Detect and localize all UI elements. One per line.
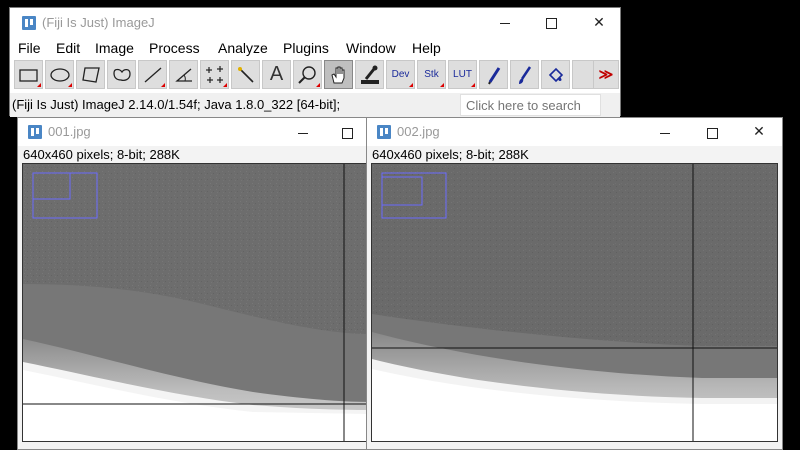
- freehand-icon: [113, 68, 131, 81]
- tool-menu-indicator: [316, 83, 320, 87]
- magic-wand-icon: [238, 67, 254, 83]
- menu-edit[interactable]: Edit: [56, 40, 80, 56]
- dev-label: Dev: [391, 69, 410, 80]
- angle-icon: [175, 68, 192, 82]
- image-window-title-bar[interactable]: 002.jpg ✕: [367, 118, 782, 146]
- developer-menu-tool[interactable]: Dev: [386, 60, 415, 89]
- paintbrush-tool[interactable]: [510, 60, 539, 89]
- fiji-app-icon: [22, 16, 36, 30]
- image-window-title: 002.jpg: [397, 124, 440, 139]
- minimize-button[interactable]: [280, 118, 326, 146]
- menu-image[interactable]: Image: [95, 40, 134, 56]
- tool-menu-indicator: [68, 83, 72, 87]
- point-tool[interactable]: [200, 60, 229, 89]
- pencil-icon: [488, 67, 501, 85]
- flood-filler-tool[interactable]: [541, 60, 570, 89]
- image-window-title-bar[interactable]: 001.jpg: [18, 118, 367, 146]
- rectangle-tool[interactable]: [14, 60, 43, 89]
- status-text: (Fiji Is Just) ImageJ 2.14.0/1.54f; Java…: [12, 97, 341, 112]
- image-info: 640x460 pixels; 8-bit; 288K: [23, 147, 180, 162]
- image-window-title: 001.jpg: [48, 124, 91, 139]
- angle-tool[interactable]: [169, 60, 198, 89]
- maximize-button[interactable]: [689, 118, 735, 146]
- hand-tool[interactable]: [324, 60, 353, 89]
- menu-plugins[interactable]: Plugins: [283, 40, 329, 56]
- maximize-button[interactable]: [528, 8, 574, 38]
- main-title-bar[interactable]: (Fiji Is Just) ImageJ ✕: [10, 8, 620, 38]
- menu-window[interactable]: Window: [346, 40, 396, 56]
- lut-menu-tool[interactable]: LUT: [448, 60, 477, 89]
- tool-menu-indicator: [37, 83, 41, 87]
- lut-label: LUT: [453, 69, 472, 80]
- polygon-icon: [82, 67, 100, 83]
- image-info: 640x460 pixels; 8-bit; 288K: [372, 147, 529, 162]
- tool-menu-indicator: [409, 83, 413, 87]
- tool-menu-indicator: [223, 83, 227, 87]
- menu-bar: File Edit Image Process Analyze Plugins …: [10, 38, 620, 58]
- menu-help[interactable]: Help: [412, 40, 441, 56]
- stack-menu-tool[interactable]: Stk: [417, 60, 446, 89]
- tool-bar: A Dev Stk LUT ≫: [12, 60, 619, 92]
- close-button[interactable]: ✕: [736, 118, 782, 146]
- search-input[interactable]: [460, 94, 601, 116]
- micrograph-image-001: [23, 164, 368, 441]
- image-canvas[interactable]: [371, 163, 778, 442]
- paint-bucket-icon: [548, 67, 564, 83]
- paintbrush-icon: [519, 66, 532, 84]
- color-picker-tool[interactable]: [355, 60, 384, 89]
- tool-menu-indicator: [440, 83, 444, 87]
- text-tool-glyph: A: [269, 63, 284, 85]
- main-window-title: (Fiji Is Just) ImageJ: [42, 15, 155, 30]
- wand-tool[interactable]: [231, 60, 260, 89]
- fiji-app-icon: [377, 125, 391, 139]
- image-window-001: 001.jpg 640x460 pixels; 8-bit; 288K: [17, 117, 369, 450]
- tool-menu-indicator: [471, 83, 475, 87]
- minimize-button[interactable]: [642, 118, 688, 146]
- image-window-002: 002.jpg ✕ 640x460 pixels; 8-bit; 288K: [366, 117, 783, 450]
- stk-label: Stk: [424, 69, 439, 80]
- hand-icon: [331, 66, 345, 84]
- dropper-icon: [361, 65, 379, 84]
- imagej-main-window: (Fiji Is Just) ImageJ ✕ File Edit Image …: [9, 7, 621, 117]
- menu-process[interactable]: Process: [149, 40, 200, 56]
- status-bar: (Fiji Is Just) ImageJ 2.14.0/1.54f; Java…: [10, 93, 620, 117]
- maximize-button[interactable]: [324, 118, 370, 146]
- zoom-tool[interactable]: [293, 60, 322, 89]
- double-chevron-icon: ≫: [598, 66, 614, 82]
- menu-analyze[interactable]: Analyze: [218, 40, 268, 56]
- text-tool[interactable]: A: [262, 60, 291, 89]
- line-tool[interactable]: [138, 60, 167, 89]
- image-canvas[interactable]: [22, 163, 369, 442]
- tool-menu-indicator: [161, 83, 165, 87]
- minimize-button[interactable]: [482, 8, 528, 38]
- fiji-app-icon: [28, 125, 42, 139]
- oval-tool[interactable]: [45, 60, 74, 89]
- menu-file[interactable]: File: [18, 40, 41, 56]
- close-button[interactable]: ✕: [576, 8, 622, 38]
- polygon-tool[interactable]: [76, 60, 105, 89]
- more-tools-button[interactable]: ≫: [593, 60, 619, 89]
- pencil-tool[interactable]: [479, 60, 508, 89]
- freehand-tool[interactable]: [107, 60, 136, 89]
- micrograph-image-002: [372, 164, 777, 441]
